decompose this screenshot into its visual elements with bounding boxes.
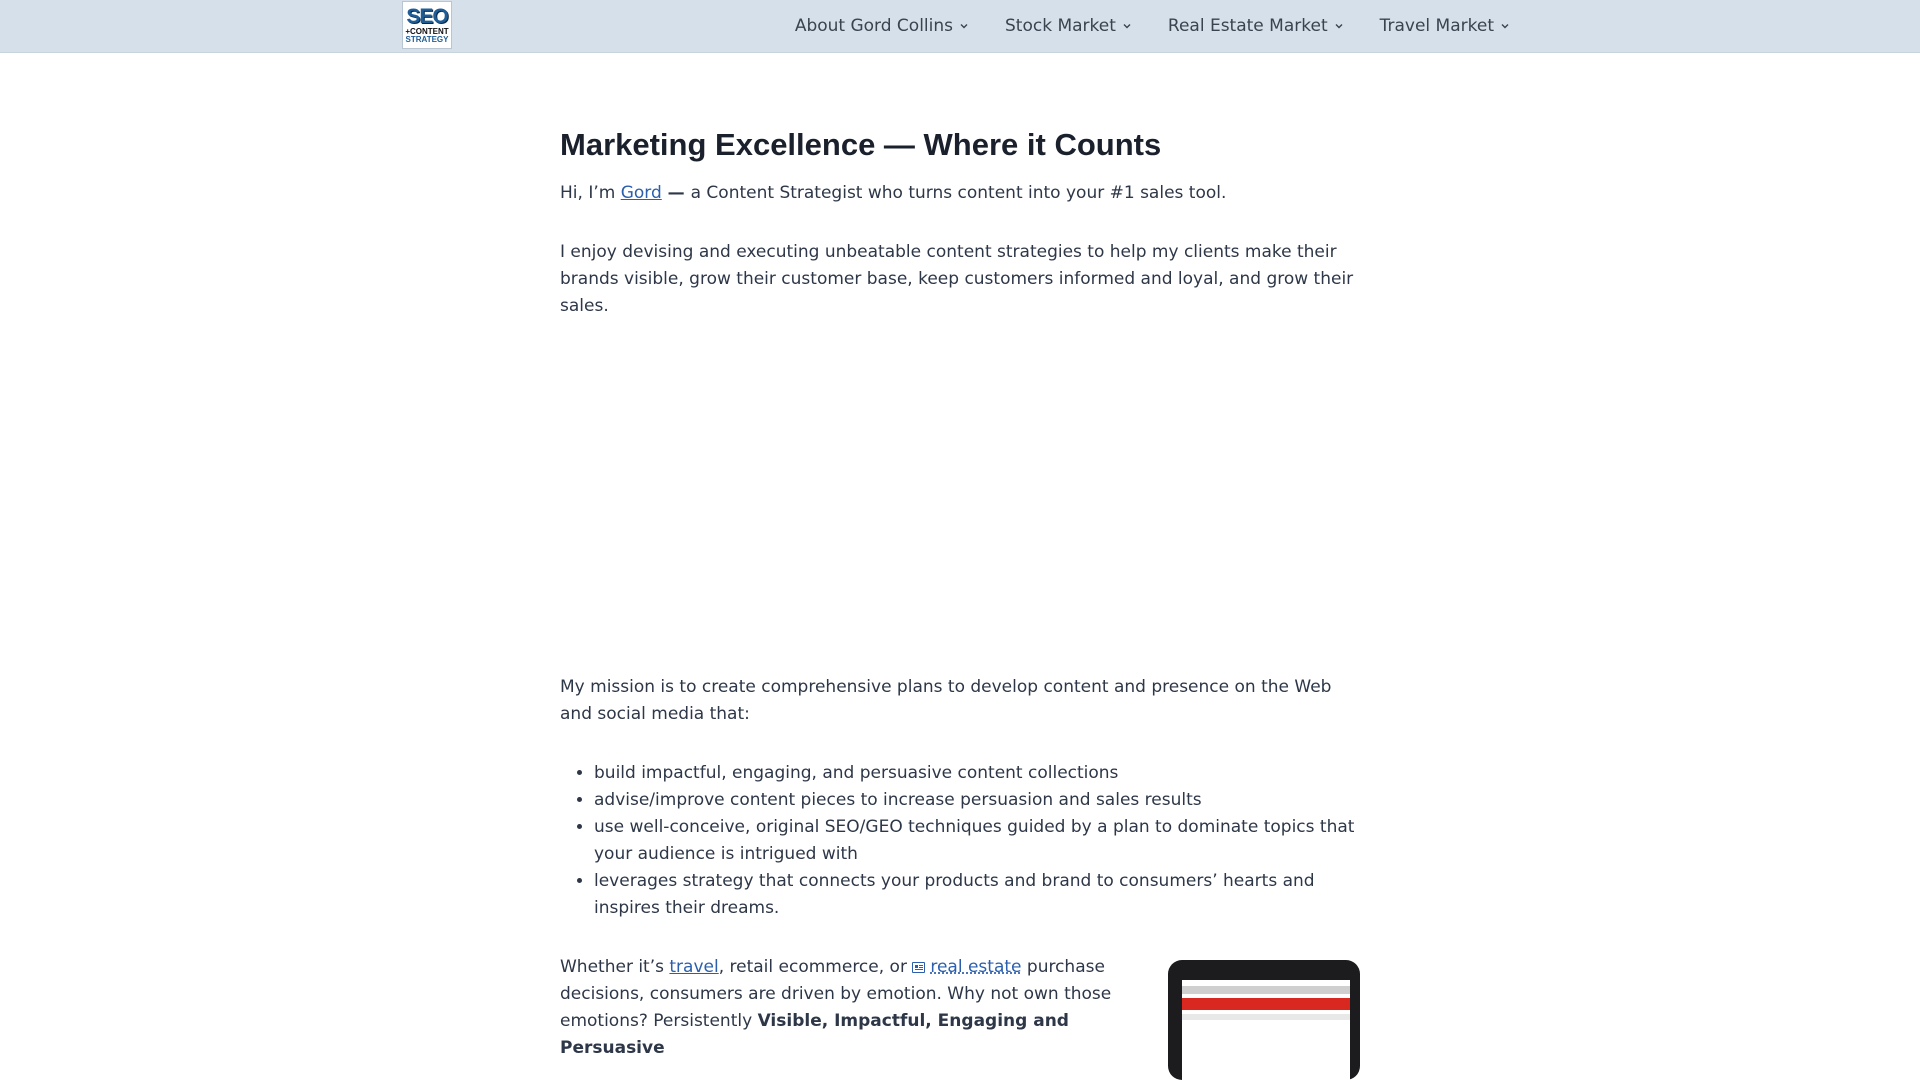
mission-paragraph: My mission is to create comprehensive pl… (560, 677, 1332, 724)
site-logo[interactable]: SEO +CONTENT STRATEGY (402, 1, 452, 49)
intro-prefix: Hi, I’m (560, 183, 621, 203)
closing-section: Whether it’s travel, retail ecommerce, o… (560, 954, 1360, 1080)
screen-title-band (1181, 998, 1350, 1010)
strategy-paragraph: I enjoy devising and executing unbeatabl… (560, 242, 1354, 316)
logo-line-3: STRATEGY (405, 35, 449, 44)
closing-paragraph: Whether it’s travel, retail ecommerce, o… (560, 954, 1126, 1064)
chevron-down-icon (960, 24, 968, 29)
intro-suffix: a Content Strategist who turns content i… (690, 183, 1227, 203)
ebook-tablet-image (1166, 954, 1360, 1080)
nav-item-real-estate-market[interactable]: Real Estate Market (1168, 16, 1344, 36)
list-item: build impactful, engaging, and persuasiv… (594, 760, 1360, 787)
nav-item-label: Stock Market (1005, 16, 1116, 36)
list-item: use well-conceive, original SEO/GEO tech… (594, 814, 1360, 868)
intro-paragraph: Hi, I’m Gord — a Content Strategist who … (560, 180, 1360, 207)
tablet-screen (1181, 980, 1350, 1080)
chevron-down-icon (1123, 24, 1131, 29)
gord-link[interactable]: Gord (621, 183, 662, 203)
tablet-frame (1167, 960, 1360, 1080)
closing-text-1: Whether it’s (560, 957, 670, 977)
intro-dash: — (661, 183, 691, 203)
list-item: advise/improve content pieces to increas… (594, 787, 1360, 814)
chevron-down-icon (1501, 24, 1509, 29)
page-title: Marketing Excellence — Where it Counts (560, 127, 1162, 162)
main-content: Marketing Excellence — Where it Counts H… (560, 108, 1360, 1080)
list-item: leverages strategy that connects your pr… (594, 868, 1360, 922)
nav-item-travel-market[interactable]: Travel Market (1380, 16, 1510, 36)
travel-link[interactable]: travel (669, 957, 718, 977)
screen-subtitle-band (1181, 1014, 1350, 1020)
nav-item-stock-market[interactable]: Stock Market (1005, 16, 1132, 36)
main-nav: About Gord Collins Stock Market Real Est… (795, 0, 1510, 52)
mission-list: build impactful, engaging, and persuasiv… (560, 760, 1360, 922)
chevron-down-icon (1335, 24, 1343, 29)
nav-item-label: Real Estate Market (1167, 16, 1328, 36)
site-header: SEO +CONTENT STRATEGY About Gord Collins… (0, 0, 1920, 53)
real-estate-link[interactable]: real estate (930, 957, 1021, 977)
logo-line-1: SEO (406, 5, 448, 28)
nav-item-label: About Gord Collins (794, 16, 954, 36)
nav-item-label: Travel Market (1379, 16, 1494, 36)
article-icon (912, 962, 926, 973)
blank-embed-area (560, 352, 1360, 674)
closing-text-2: , retail ecommerce, or (718, 957, 913, 977)
nav-item-about[interactable]: About Gord Collins (795, 16, 969, 36)
